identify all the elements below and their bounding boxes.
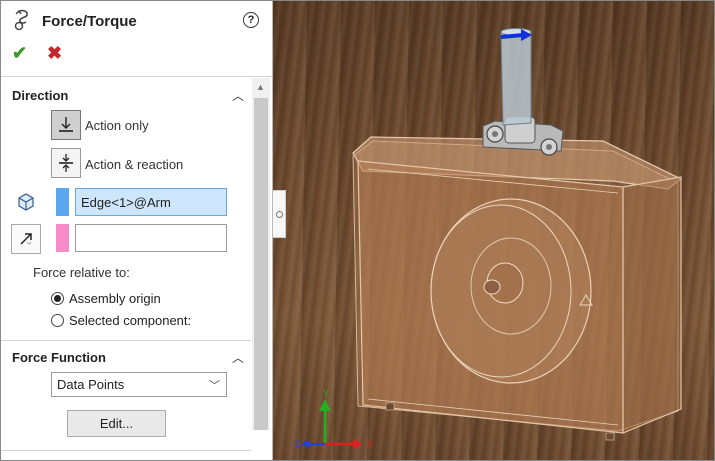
radio-selected-component-label: Selected component:: [69, 313, 192, 328]
force-function-collapse-chevron-icon[interactable]: ︿: [232, 349, 244, 366]
svg-text:Y: Y: [323, 389, 329, 399]
action-only-label: Action only: [85, 118, 149, 133]
force-relative-label: Force relative to:: [33, 265, 130, 280]
direction-arrow-icon: [20, 233, 32, 245]
direction-selection-button[interactable]: [11, 224, 41, 254]
window: Force/Torque ? ✔ ✖ ▲ Direction ︿ Action …: [0, 0, 715, 461]
edit-button[interactable]: Edit...: [67, 410, 166, 437]
scroll-up-arrow-icon[interactable]: ▲: [256, 82, 265, 92]
checkmark-icon: ✔: [12, 43, 28, 63]
help-icon[interactable]: ?: [243, 12, 259, 28]
force-direction-field[interactable]: [75, 224, 227, 252]
scrollbar-thumb[interactable]: [254, 98, 268, 430]
force-location-value: Edge<1>@Arm: [81, 194, 171, 210]
panel-collapse-handle[interactable]: [273, 190, 286, 238]
force-function-section-title: Force Function: [12, 350, 106, 365]
svg-text:Z: Z: [295, 439, 301, 449]
force-function-select[interactable]: Data Points ﹀: [51, 372, 227, 397]
action-reaction-label: Action & reaction: [85, 157, 184, 172]
radio-selected-component-dot[interactable]: [51, 314, 64, 327]
action-only-icon: [59, 117, 73, 132]
direction-section-title: Direction: [12, 88, 69, 103]
action-reaction-icon: [59, 154, 73, 172]
direction-collapse-chevron-icon[interactable]: ︿: [232, 87, 244, 104]
field1-color-swatch: [56, 188, 69, 216]
action-reaction-button[interactable]: [51, 148, 81, 178]
radio-assembly-origin-label: Assembly origin: [69, 291, 161, 306]
radio-assembly-origin[interactable]: Assembly origin: [51, 291, 161, 306]
edit-button-label: Edit...: [99, 416, 134, 431]
svg-text:X: X: [367, 439, 373, 449]
field2-color-swatch: [56, 224, 69, 252]
bottom-divider: [1, 450, 251, 451]
assembly-model: Y X Z: [295, 28, 683, 449]
force-function-selected-value: Data Points: [57, 377, 125, 392]
section-divider: [1, 340, 251, 341]
collapse-handle-circle-icon: [275, 210, 283, 218]
x-icon: ✖: [47, 43, 63, 63]
cancel-button[interactable]: ✖: [47, 43, 62, 64]
header-divider: [1, 76, 272, 77]
component-selection-icon[interactable]: [11, 187, 41, 217]
panel-scrollbar[interactable]: ▲: [252, 78, 270, 430]
property-manager-panel: Force/Torque ? ✔ ✖ ▲ Direction ︿ Action …: [1, 1, 273, 460]
panel-title: Force/Torque: [42, 13, 137, 30]
chevron-down-icon: ﹀: [209, 380, 220, 392]
panel-header: Force/Torque: [13, 9, 137, 34]
action-only-button[interactable]: [51, 110, 81, 140]
radio-selected-component[interactable]: Selected component:: [51, 313, 191, 328]
graphics-viewport[interactable]: Y X Z: [273, 1, 714, 460]
force-location-field[interactable]: Edge<1>@Arm: [75, 188, 227, 216]
force-torque-icon: [13, 9, 33, 34]
ok-button[interactable]: ✔: [12, 43, 27, 64]
radio-assembly-origin-dot[interactable]: [51, 292, 64, 305]
